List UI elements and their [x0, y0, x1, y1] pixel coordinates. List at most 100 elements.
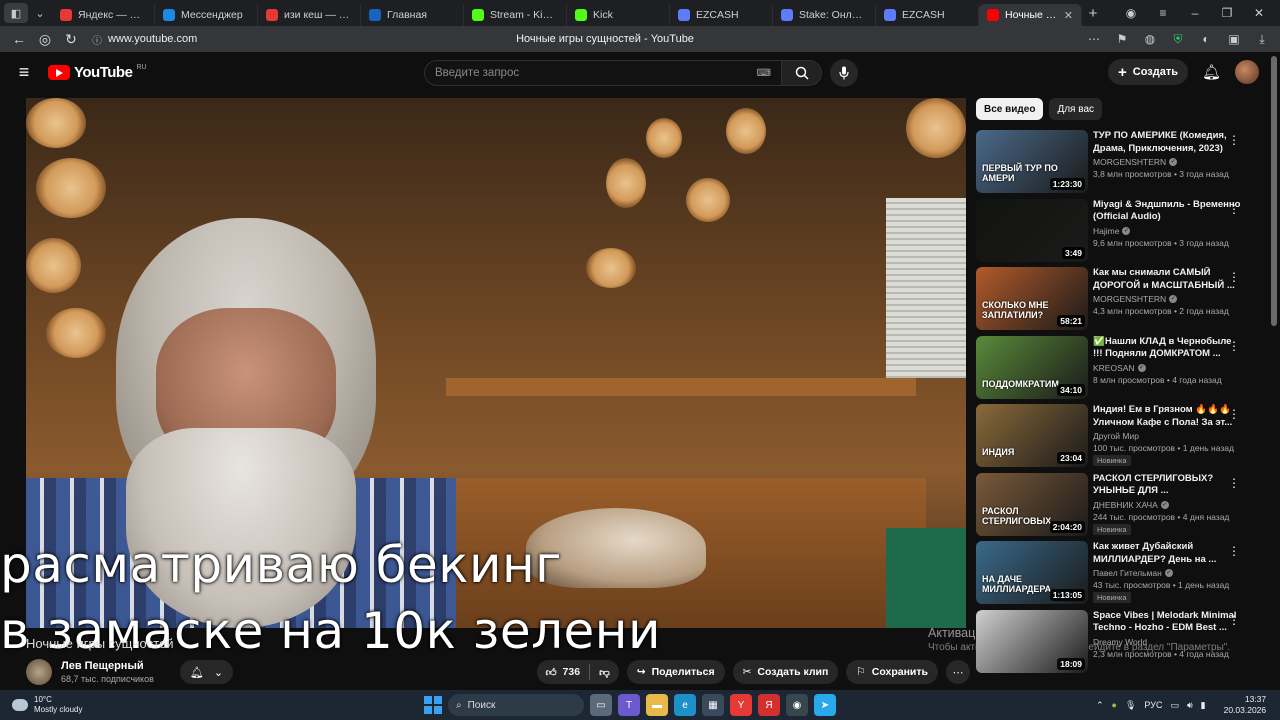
microphone-tray-icon[interactable]: 🎙︎: [1125, 700, 1136, 711]
obs-icon[interactable]: ◉: [786, 694, 808, 716]
browser-tab[interactable]: Kick: [567, 4, 670, 26]
reload-button[interactable]: ↻: [58, 31, 84, 48]
tray-app-icon[interactable]: ●: [1112, 700, 1117, 710]
clock[interactable]: 13:37 20.03.2026: [1224, 694, 1267, 716]
download-icon[interactable]: ⤓: [1250, 32, 1274, 47]
video-thumbnail[interactable]: ПЕРВЫЙ ТУР ПО АМЕРИ 1:23:30: [976, 130, 1088, 193]
browser-tab[interactable]: EZCASH: [876, 4, 979, 26]
more-actions-button[interactable]: ⋯: [946, 660, 970, 684]
globe-icon[interactable]: ◍: [1138, 32, 1162, 46]
battery-icon[interactable]: ▮: [1201, 700, 1206, 711]
kebab-menu-icon[interactable]: ⋮: [1228, 544, 1240, 558]
recommendation-title[interactable]: Индия! Ем в Грязном 🔥🔥🔥 Уличном Кафе с П…: [1093, 404, 1243, 429]
create-button[interactable]: + Создать: [1108, 59, 1189, 85]
browser-tab[interactable]: Яндекс — быстрый: [52, 4, 155, 26]
task-view-icon[interactable]: ▭: [590, 694, 612, 716]
recommendation-channel[interactable]: Павел Гительман ✓: [1093, 568, 1243, 578]
browser-tab[interactable]: Stake: Онлайн-ка: [773, 4, 876, 26]
browser-tab[interactable]: Главная: [361, 4, 464, 26]
recommendation-channel[interactable]: Другой Мир: [1093, 431, 1243, 441]
recommendation-title[interactable]: РАСКОЛ СТЕРЛИГОВЫХ? УНЫНЬЕ ДЛЯ ...: [1093, 473, 1243, 498]
bookmark-icon[interactable]: ⚑: [1110, 32, 1134, 46]
recommendation-item[interactable]: 18:09 Space Vibes | Melodark Minimal Tech…: [976, 609, 1258, 679]
video-thumbnail[interactable]: РАСКОЛ СТЕРЛИГОВЫХ 2:04:20: [976, 472, 1088, 536]
browser-tab[interactable]: Мессенджер: [155, 4, 258, 26]
yandex-browser-icon[interactable]: Y: [730, 694, 752, 716]
keyboard-icon[interactable]: ⌨: [757, 68, 771, 79]
recommendation-item[interactable]: РАСКОЛ СТЕРЛИГОВЫХ 2:04:20 РАСКОЛ СТЕРЛИГО…: [976, 472, 1258, 542]
clip-button[interactable]: ✂ Создать клип: [732, 660, 839, 684]
start-button[interactable]: [424, 696, 442, 714]
url-field[interactable]: ⓘ www.youtube.com: [92, 32, 392, 47]
file-explorer-icon[interactable]: ▬: [646, 694, 668, 716]
recommendation-item[interactable]: НА ДАЧЕ МИЛЛИАРДЕРА 1:13:05 Как живет Дуба…: [976, 541, 1258, 610]
extension-icon[interactable]: ◐: [1194, 32, 1218, 46]
kebab-menu-icon[interactable]: ⋮: [1228, 476, 1240, 490]
kebab-menu-icon[interactable]: ⋮: [1228, 270, 1240, 284]
video-thumbnail[interactable]: СКОЛЬКО МНЕ ЗАПЛАТИЛИ? 58:21: [976, 267, 1088, 330]
recommendation-title[interactable]: Как живет Дубайский МИЛЛИАРДЕР? День на …: [1093, 541, 1243, 566]
recommendation-title[interactable]: Как мы снимали САМЫЙ ДОРОГОЙ и МАСШТАБНЫ…: [1093, 267, 1243, 292]
close-window-button[interactable]: ✕: [1244, 6, 1274, 20]
share-button[interactable]: ↪ Поделиться: [626, 660, 725, 684]
recommendation-title[interactable]: ТУР ПО АМЕРИКЕ (Комедия, Драма, Приключе…: [1093, 130, 1243, 155]
volume-icon[interactable]: 🔊︎: [1187, 700, 1193, 711]
recommendation-channel[interactable]: Dreamy World: [1093, 637, 1243, 647]
chevron-up-icon[interactable]: ⌃: [1096, 700, 1104, 711]
channel-avatar[interactable]: [26, 659, 52, 685]
browser-tab[interactable]: Stream - Kick Dash: [464, 4, 567, 26]
recommendation-item[interactable]: ПЕРВЫЙ ТУР ПО АМЕРИ 1:23:30 ТУР ПО АМЕРИКЕ…: [976, 130, 1258, 199]
telegram-icon[interactable]: ➤: [814, 694, 836, 716]
recommendation-title[interactable]: Miyagi & Эндшпиль - Временно (Official A…: [1093, 199, 1243, 224]
edge-icon[interactable]: e: [674, 694, 696, 716]
teams-icon[interactable]: T: [618, 694, 640, 716]
video-thumbnail[interactable]: НА ДАЧЕ МИЛЛИАРДЕРА 1:13:05: [976, 541, 1088, 604]
language-indicator[interactable]: РУС: [1144, 700, 1162, 710]
minimize-button[interactable]: –: [1180, 6, 1210, 20]
scrollbar[interactable]: [1271, 56, 1277, 326]
chip-for-you[interactable]: Для вас: [1049, 98, 1102, 120]
channel-name[interactable]: Лев Пещерный: [61, 660, 154, 672]
more-icon[interactable]: ⋯: [1082, 32, 1106, 46]
video-thumbnail[interactable]: Индия 23:04: [976, 404, 1088, 467]
weather-widget[interactable]: 10°C Mostly cloudy: [0, 695, 200, 715]
yandex-icon[interactable]: Я: [758, 694, 780, 716]
video-thumbnail[interactable]: 3:49: [976, 198, 1088, 262]
recommendation-item[interactable]: 3:49 Miyagi & Эндшпиль - Временно (Offici…: [976, 198, 1258, 268]
store-icon[interactable]: ▦: [702, 694, 724, 716]
bell-icon[interactable]: 🔔︎: [1202, 63, 1221, 81]
tab-close-icon[interactable]: ✕: [1064, 9, 1073, 22]
kebab-menu-icon[interactable]: ⋮: [1228, 202, 1240, 216]
tab-list-chevron-icon[interactable]: ⌄: [28, 3, 52, 23]
save-button[interactable]: ⚐ Сохранить: [846, 660, 938, 684]
kebab-menu-icon[interactable]: ⋮: [1228, 339, 1240, 353]
new-tab-button[interactable]: +: [1082, 2, 1104, 24]
youtube-logo[interactable]: YouTube RU: [48, 64, 147, 81]
subscription-bell-button[interactable]: 🔔︎ ⌄: [179, 660, 234, 684]
recommendation-item[interactable]: СКОЛЬКО МНЕ ЗАПЛАТИЛИ? 58:21 Как мы снимал…: [976, 267, 1258, 336]
recommendation-channel[interactable]: MORGENSHTERN ✓: [1093, 157, 1243, 167]
recommendation-channel[interactable]: MORGENSHTERN ✓: [1093, 294, 1243, 304]
kebab-menu-icon[interactable]: ⋮: [1228, 133, 1240, 147]
like-button[interactable]: 👍︎ 736: [537, 666, 590, 679]
recommendation-channel[interactable]: KREOSAN ✓: [1093, 363, 1243, 373]
collections-icon[interactable]: ▣: [1222, 32, 1246, 46]
search-input[interactable]: Введите запрос ⌨: [424, 60, 782, 86]
recommendation-title[interactable]: ✅Нашли КЛАД в Чернобыле !!! Подняли ДОМК…: [1093, 336, 1243, 361]
chip-all-videos[interactable]: Все видео: [976, 98, 1044, 120]
back-button[interactable]: ←: [6, 31, 32, 47]
extension-shield-icon[interactable]: ⛨: [1166, 32, 1190, 47]
browser-tab[interactable]: изи кеш — Яндекс: [258, 4, 361, 26]
site-info-icon[interactable]: ⓘ: [92, 32, 102, 47]
restore-button[interactable]: ❐: [1212, 6, 1242, 20]
account-avatar[interactable]: [1235, 60, 1260, 84]
recommendation-title[interactable]: Space Vibes | Melodark Minimal Techno - …: [1093, 610, 1243, 635]
dislike-button[interactable]: 👎︎: [590, 666, 619, 679]
profile-icon[interactable]: ◉: [1116, 6, 1146, 20]
recommendation-item[interactable]: Поддомкратим 34:10 ✅Нашли КЛАД в Чернобыле…: [976, 335, 1258, 405]
network-icon[interactable]: ▭: [1170, 700, 1179, 711]
browser-tab[interactable]: EZCASH: [670, 4, 773, 26]
recommendation-channel[interactable]: ДНЕВНИК ХАЧА ✓: [1093, 500, 1243, 510]
search-button[interactable]: [782, 60, 822, 86]
taskbar-search[interactable]: ⌕ Поиск: [448, 694, 584, 716]
